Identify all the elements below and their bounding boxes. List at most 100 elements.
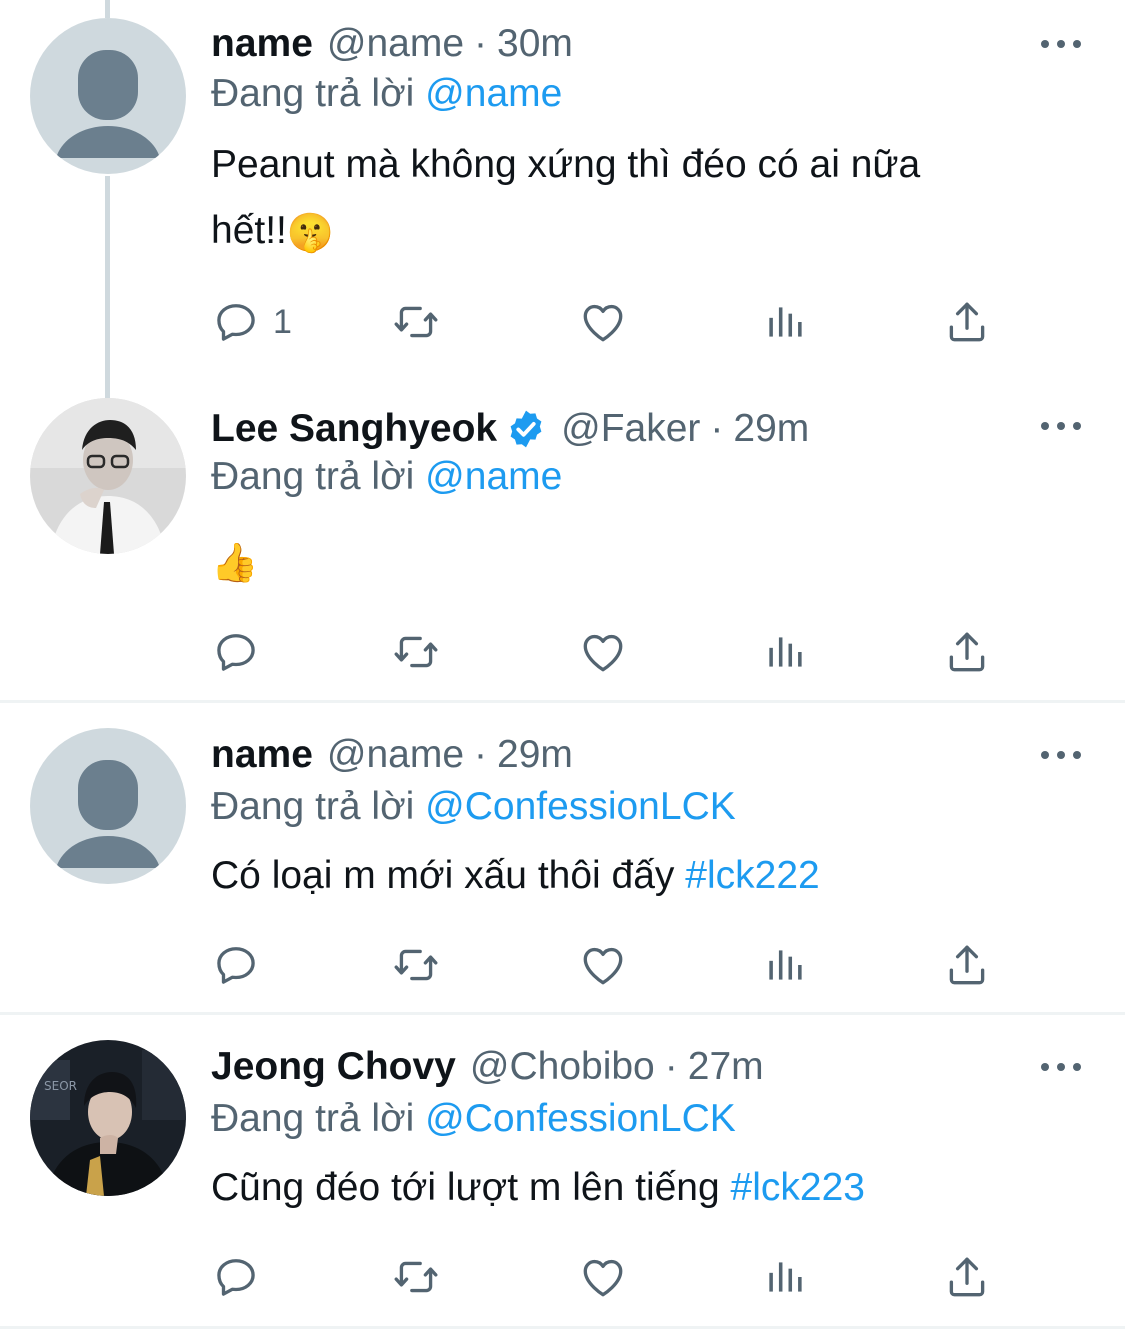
reply-button[interactable] <box>211 1252 261 1302</box>
thumbs-up-emoji: 👍 <box>211 540 259 585</box>
action-bar: 1 <box>211 297 1011 347</box>
retweet-button[interactable] <box>391 940 441 990</box>
views-button[interactable] <box>761 1252 811 1302</box>
retweet-icon <box>391 1252 441 1302</box>
timestamp[interactable]: 30m <box>497 22 573 66</box>
replying-to: Đang trả lời @name <box>211 72 562 116</box>
mention-link[interactable]: @name <box>425 455 562 498</box>
replying-prefix: Đang trả lời <box>211 72 415 115</box>
tweet[interactable]: name @name · 30m Đang trả lời @name Pean… <box>0 0 1125 398</box>
tweet-text: 👍 <box>211 528 1051 596</box>
views-button[interactable] <box>761 627 811 677</box>
like-button[interactable] <box>578 940 628 990</box>
mention-link[interactable]: @ConfessionLCK <box>425 1097 736 1140</box>
share-button[interactable] <box>942 627 992 677</box>
retweet-button[interactable] <box>391 297 441 347</box>
tweet[interactable]: Lee Sanghyeok @Faker · 29m Đang trả lời … <box>0 380 1125 700</box>
action-bar <box>211 1252 1011 1302</box>
replying-to: Đang trả lời @name <box>211 455 562 499</box>
user-handle[interactable]: @name <box>327 22 464 66</box>
tweet-header: name @name · 29m <box>211 730 573 780</box>
retweet-icon <box>391 297 441 347</box>
reply-icon <box>211 627 261 677</box>
user-handle[interactable]: @Faker <box>561 407 700 451</box>
replying-to: Đang trả lời @ConfessionLCK <box>211 1097 736 1141</box>
action-bar <box>211 627 1011 677</box>
display-name[interactable]: name <box>211 22 313 66</box>
more-options-button[interactable] <box>1041 34 1081 54</box>
tweet[interactable]: SEOR Jeong Chovy @Chobibo · 27m Đang trả… <box>0 1015 1125 1329</box>
reply-icon <box>211 1252 261 1302</box>
hashtag-link[interactable]: #lck223 <box>731 1166 865 1209</box>
mention-link[interactable]: @name <box>425 72 562 115</box>
reply-button[interactable] <box>211 627 261 677</box>
action-bar <box>211 940 1011 990</box>
avatar[interactable] <box>30 728 186 884</box>
views-icon <box>761 940 811 990</box>
avatar[interactable] <box>30 18 186 174</box>
views-icon <box>761 297 811 347</box>
more-icon <box>1041 40 1049 48</box>
like-icon <box>578 1252 628 1302</box>
shushing-face-emoji: 🤫 <box>286 210 335 255</box>
avatar[interactable] <box>30 398 186 554</box>
mention-link[interactable]: @ConfessionLCK <box>425 785 736 828</box>
like-icon <box>578 940 628 990</box>
like-icon <box>578 297 628 347</box>
more-options-button[interactable] <box>1041 416 1081 436</box>
share-button[interactable] <box>942 940 992 990</box>
separator: · <box>664 1045 678 1088</box>
more-icon <box>1041 1063 1049 1071</box>
like-button[interactable] <box>578 297 628 347</box>
tweet-text: Cũng đéo tới lượt m lên tiếng #lck223 <box>211 1155 1051 1221</box>
svg-text:SEOR: SEOR <box>44 1079 77 1093</box>
timestamp[interactable]: 29m <box>733 407 809 451</box>
display-name[interactable]: Jeong Chovy <box>211 1045 456 1089</box>
tweet-text-line: hết!! <box>211 209 287 252</box>
retweet-icon <box>391 940 441 990</box>
share-button[interactable] <box>942 297 992 347</box>
tweet-header: Lee Sanghyeok @Faker · 29m <box>211 404 809 454</box>
separator: · <box>474 733 488 776</box>
reply-button[interactable] <box>211 940 261 990</box>
retweet-button[interactable] <box>391 1252 441 1302</box>
views-icon <box>761 1252 811 1302</box>
hashtag-link[interactable]: #lck222 <box>685 854 819 897</box>
replying-prefix: Đang trả lời <box>211 785 415 828</box>
more-options-button[interactable] <box>1041 745 1081 765</box>
tweet-header: name @name · 30m <box>211 19 573 69</box>
verified-badge-icon <box>510 410 542 448</box>
display-name[interactable]: Lee Sanghyeok <box>211 407 497 451</box>
reply-button[interactable]: 1 <box>211 297 292 347</box>
timestamp[interactable]: 27m <box>688 1045 764 1089</box>
like-button[interactable] <box>578 627 628 677</box>
share-icon <box>942 297 992 347</box>
replying-to: Đang trả lời @ConfessionLCK <box>211 785 736 829</box>
tweet-text-line: Peanut mà không xứng thì đéo có ai nữa <box>211 143 921 186</box>
share-button[interactable] <box>942 1252 992 1302</box>
avatar[interactable]: SEOR <box>30 1040 186 1196</box>
photo-avatar: SEOR <box>30 1040 186 1196</box>
views-button[interactable] <box>761 940 811 990</box>
like-icon <box>578 627 628 677</box>
more-options-button[interactable] <box>1041 1057 1081 1077</box>
tweet-text-line: Có loại m mới xấu thôi đấy <box>211 854 675 897</box>
replying-prefix: Đang trả lời <box>211 455 415 498</box>
user-handle[interactable]: @Chobibo <box>470 1045 655 1089</box>
separator: · <box>474 22 488 65</box>
tweet-text-line: Cũng đéo tới lượt m lên tiếng <box>211 1166 720 1209</box>
thread-line <box>105 176 110 398</box>
separator: · <box>710 407 724 450</box>
thread-line <box>105 0 110 18</box>
tweet-header: Jeong Chovy @Chobibo · 27m <box>211 1042 764 1092</box>
display-name[interactable]: name <box>211 733 313 777</box>
replying-prefix: Đang trả lời <box>211 1097 415 1140</box>
photo-avatar <box>30 398 186 554</box>
default-avatar-icon <box>30 18 186 174</box>
user-handle[interactable]: @name <box>327 733 464 777</box>
views-button[interactable] <box>761 297 811 347</box>
tweet[interactable]: name @name · 29m Đang trả lời @Confessio… <box>0 703 1125 1012</box>
timestamp[interactable]: 29m <box>497 733 573 777</box>
retweet-button[interactable] <box>391 627 441 677</box>
like-button[interactable] <box>578 1252 628 1302</box>
